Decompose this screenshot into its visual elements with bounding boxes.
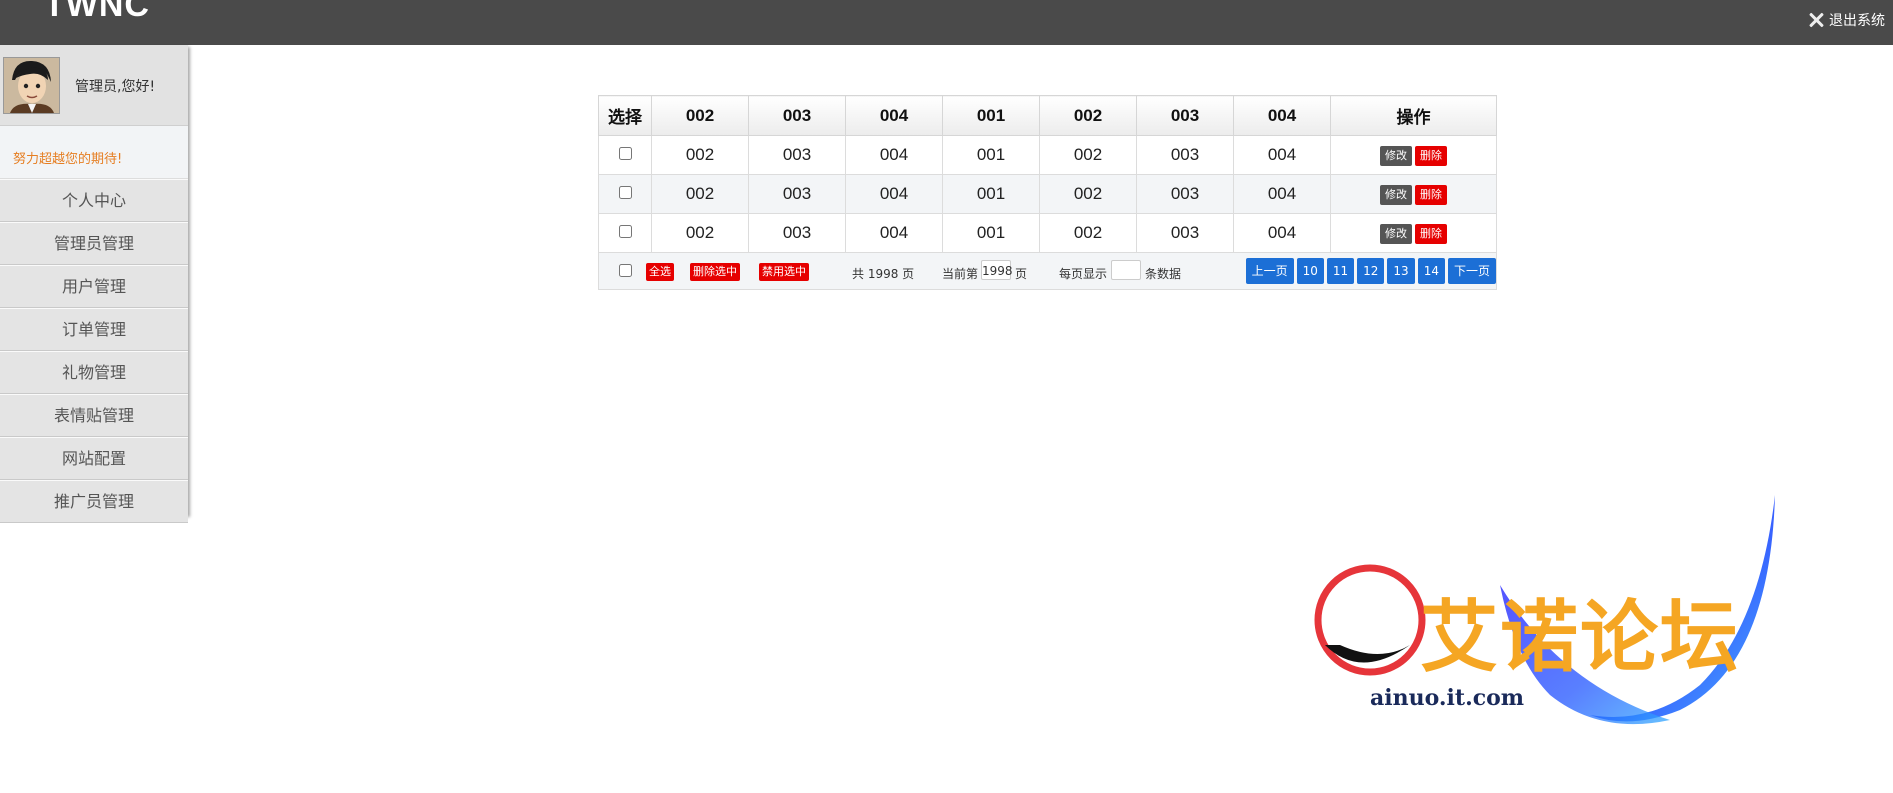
row-checkbox[interactable] [618, 225, 632, 238]
sidebar-item-sticker-management[interactable]: 表情贴管理 [0, 394, 188, 437]
close-icon [1807, 11, 1825, 29]
sidebar-item-gift-management[interactable]: 礼物管理 [0, 351, 188, 394]
current-page-prefix: 当前第 [942, 267, 979, 281]
row-select-cell [598, 213, 652, 253]
table-cell: 003 [1136, 135, 1234, 175]
sidebar-item-order-management[interactable]: 订单管理 [0, 308, 188, 351]
disable-selected-button[interactable]: 禁用选中 [759, 263, 809, 281]
watermark-url: ainuo.it.com [1370, 685, 1525, 711]
table-cell: 004 [1233, 135, 1331, 175]
table-footer: 全选 删除选中 禁用选中 共 1998 页 当前第 1998 页 每页显示 条数… [598, 253, 1497, 290]
column-header-actions: 操作 [1330, 95, 1497, 136]
column-header-select: 选择 [598, 95, 652, 136]
table-cell: 001 [942, 135, 1040, 175]
per-page-input[interactable] [1111, 260, 1141, 280]
per-page-suffix: 条数据 [1145, 267, 1182, 281]
per-page-prefix: 每页显示 [1059, 267, 1108, 281]
table-cell: 004 [1233, 174, 1331, 214]
table-cell: 002 [1039, 213, 1137, 253]
current-page-input[interactable]: 1998 [981, 260, 1013, 280]
column-header: 004 [1233, 95, 1331, 136]
column-header: 002 [651, 95, 749, 136]
row-select-cell [598, 135, 652, 175]
sidebar-item-site-config[interactable]: 网站配置 [0, 437, 188, 480]
table-cell: 002 [1039, 135, 1137, 175]
sidebar-item-personal-center[interactable]: 个人中心 [0, 179, 188, 222]
sidebar-item-admin-management[interactable]: 管理员管理 [0, 222, 188, 265]
table-cell: 003 [748, 213, 846, 253]
table-cell: 004 [845, 174, 943, 214]
table-cell: 003 [748, 174, 846, 214]
table-cell: 003 [1136, 174, 1234, 214]
brand-logo: TWNC [44, 0, 150, 24]
current-page-suffix: 页 [1015, 267, 1028, 281]
table-header-row: 选择 002 003 004 001 002 003 004 操作 [598, 95, 1497, 136]
page-number-button[interactable]: 10 [1296, 258, 1324, 284]
page-number-button[interactable]: 11 [1326, 258, 1355, 284]
row-checkbox[interactable] [618, 147, 632, 160]
page-number-button[interactable]: 14 [1417, 258, 1445, 284]
table-cell: 001 [942, 213, 1040, 253]
motto-text: 努力超越您的期待! [13, 152, 123, 167]
delete-button[interactable]: 删除 [1415, 185, 1447, 205]
delete-button[interactable]: 删除 [1415, 146, 1447, 166]
avatar [3, 57, 60, 114]
select-all-checkbox[interactable] [619, 264, 632, 277]
table-cell: 003 [748, 135, 846, 175]
table-cell: 002 [651, 135, 749, 175]
select-all-button[interactable]: 全选 [646, 263, 674, 281]
sidebar: 管理员,您好! 个人中心 管理员管理 用户管理 订单管理 礼物管理 表情贴管理 … [0, 45, 188, 523]
table-cell: 002 [1039, 174, 1137, 214]
table-row: 002 003 004 001 002 003 004 修改 删除 [598, 135, 1497, 175]
watermark-text: 艾诺论坛 [1420, 593, 1741, 683]
row-actions: 修改 删除 [1330, 174, 1497, 214]
row-actions: 修改 删除 [1330, 135, 1497, 175]
table-cell: 002 [651, 213, 749, 253]
table-cell: 004 [845, 213, 943, 253]
logout-label: 退出系统 [1829, 13, 1885, 29]
admin-greeting: 管理员,您好! [75, 79, 156, 95]
next-page-button[interactable]: 下一页 [1447, 258, 1496, 284]
row-select-cell [598, 174, 652, 214]
sidebar-item-user-management[interactable]: 用户管理 [0, 265, 188, 308]
prev-page-button[interactable]: 上一页 [1245, 258, 1294, 284]
delete-selected-button[interactable]: 删除选中 [690, 263, 740, 281]
page-number-button[interactable]: 12 [1357, 258, 1385, 284]
sidebar-menu: 个人中心 管理员管理 用户管理 订单管理 礼物管理 表情贴管理 网站配置 推广员… [0, 179, 188, 523]
top-bar: TWNC 退出系统 [0, 0, 1893, 45]
data-table: 选择 002 003 004 001 002 003 004 操作 002 00… [598, 95, 1497, 253]
delete-button[interactable]: 删除 [1415, 224, 1447, 244]
table-cell: 004 [845, 135, 943, 175]
row-actions: 修改 删除 [1330, 213, 1497, 253]
row-checkbox[interactable] [618, 186, 632, 199]
column-header: 003 [1136, 95, 1234, 136]
table-row: 002 003 004 001 002 003 004 修改 删除 [598, 213, 1497, 253]
page-number-button[interactable]: 13 [1387, 258, 1415, 284]
total-pages-text: 共 1998 页 [852, 267, 915, 281]
edit-button[interactable]: 修改 [1380, 185, 1412, 205]
sidebar-item-promoter-management[interactable]: 推广员管理 [0, 480, 188, 523]
edit-button[interactable]: 修改 [1380, 146, 1412, 166]
pagination: 上一页 10 11 12 13 14 下一页 [1245, 258, 1496, 284]
column-header: 002 [1039, 95, 1137, 136]
edit-button[interactable]: 修改 [1380, 224, 1412, 244]
profile-panel: 管理员,您好! [0, 45, 188, 126]
table-cell: 003 [1136, 213, 1234, 253]
column-header: 001 [942, 95, 1040, 136]
column-header: 003 [748, 95, 846, 136]
data-table-container: 选择 002 003 004 001 002 003 004 操作 002 00… [598, 95, 1497, 290]
watermark: 艾诺论坛 ainuo.it.com [1300, 495, 1780, 755]
table-cell: 001 [942, 174, 1040, 214]
table-cell: 002 [651, 174, 749, 214]
table-cell: 004 [1233, 213, 1331, 253]
logout-button[interactable]: 退出系统 [1807, 10, 1885, 30]
table-row: 002 003 004 001 002 003 004 修改 删除 [598, 174, 1497, 214]
column-header: 004 [845, 95, 943, 136]
